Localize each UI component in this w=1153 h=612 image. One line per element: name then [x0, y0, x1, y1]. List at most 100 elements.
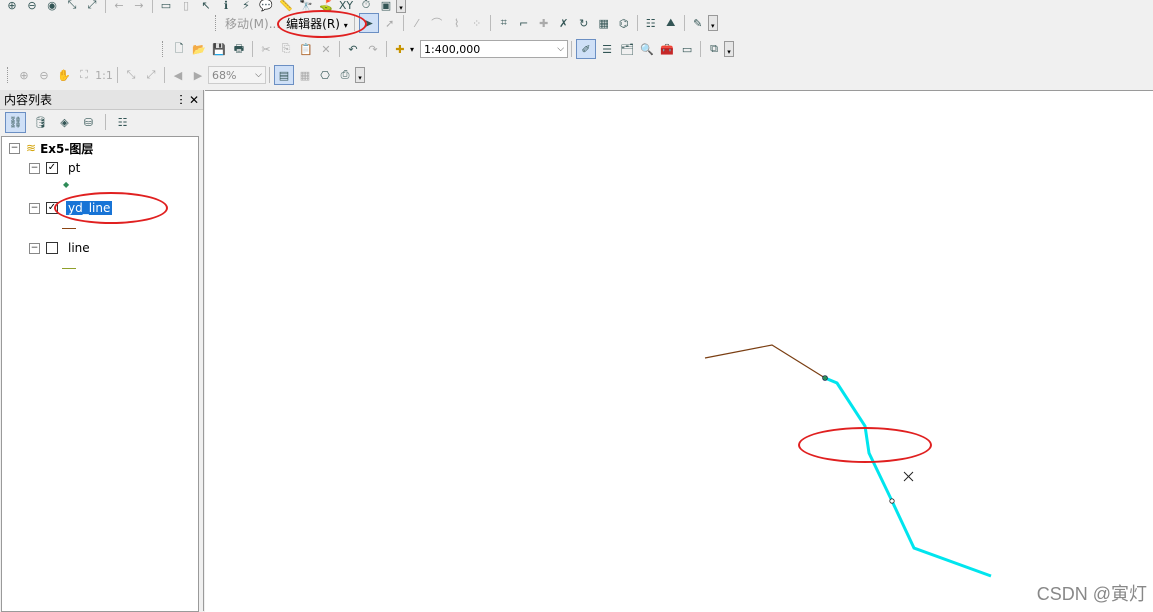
vertex-point[interactable] [889, 498, 895, 504]
change-layout-icon[interactable]: ⎔ [316, 66, 334, 84]
rotate-tool-icon[interactable]: ↻ [575, 14, 593, 32]
annotation-circle-map [798, 427, 932, 463]
toc-view-tools: ⛓ 🛢 ◈ ⛁ ☷ [0, 110, 203, 134]
fixed-zoom-in-layout-icon[interactable]: ⤡ [122, 66, 140, 84]
search-window-icon[interactable]: 🔍 [638, 40, 656, 58]
editor-toolbar-icon[interactable]: ✐ [576, 39, 597, 59]
collapse-icon[interactable]: − [29, 242, 40, 254]
collapse-icon[interactable]: − [29, 162, 40, 174]
globe-icon[interactable]: ◉ [43, 0, 61, 14]
zoom-whole-page-icon[interactable]: ⛶ [75, 66, 93, 84]
modelbuilder-icon[interactable]: ⧉ [705, 40, 723, 58]
list-by-drawing-order-icon[interactable]: ⛓ [5, 111, 26, 133]
data-frame-name: Ex5-图层 [40, 141, 94, 156]
move-menu[interactable]: 移动(M)... [222, 15, 283, 32]
layer-name-pt[interactable]: pt [66, 161, 82, 175]
toolbar-overflow-button[interactable]: ▾ [355, 67, 365, 83]
attributes-tool-icon[interactable]: ▦ [595, 14, 613, 32]
list-by-source-icon[interactable]: 🛢 [31, 113, 50, 132]
table-of-contents-icon[interactable]: ☰ [598, 40, 616, 58]
layer-name-line[interactable]: line [66, 241, 92, 255]
point-symbol-icon[interactable]: ◆ [63, 180, 69, 189]
new-document-icon[interactable]: 🗋 [170, 40, 188, 58]
zoom-in-icon[interactable]: ⊕ [3, 0, 21, 14]
vertex-point[interactable] [822, 375, 828, 381]
toolbar-grip[interactable] [7, 67, 11, 83]
back-extent-icon[interactable]: ← [110, 0, 128, 14]
line-symbol-icon[interactable] [62, 268, 76, 269]
map-canvas[interactable] [205, 91, 1153, 612]
open-folder-icon[interactable]: 📂 [190, 40, 208, 58]
save-icon[interactable]: 💾 [210, 40, 228, 58]
select-features-icon[interactable]: ▭ [157, 0, 175, 14]
delete-icon[interactable]: ✕ [317, 40, 335, 58]
list-by-selection-icon[interactable]: ⛁ [79, 113, 98, 132]
catalog-window-icon[interactable]: 🗂 [618, 40, 636, 58]
layout-zoom-in-icon[interactable]: ⊕ [15, 66, 33, 84]
fixed-zoom-in-icon[interactable]: ⤡ [63, 0, 81, 14]
toggle-draft-mode-icon[interactable]: ▤ [274, 65, 294, 85]
layout-zoom-combo[interactable]: 68% ⌵ [208, 66, 266, 84]
zoom-100-icon[interactable]: 1:1 [95, 66, 113, 84]
layer-visibility-checkbox[interactable]: ✓ [46, 162, 58, 174]
previous-extent-layout-icon[interactable]: ◀ [169, 66, 187, 84]
watermark: CSDN @寅灯 [1036, 584, 1147, 604]
paste-icon[interactable]: 📋 [297, 40, 315, 58]
brown-line-feature[interactable] [704, 344, 826, 379]
annotation-circle-editor [277, 10, 367, 38]
close-icon[interactable]: ✕ [189, 93, 199, 107]
collapse-icon[interactable]: − [9, 142, 20, 154]
cut-icon[interactable]: ✂ [257, 40, 275, 58]
annotation-circle-yd-line [54, 192, 168, 224]
clear-selection-icon[interactable]: ▯ [177, 0, 195, 14]
fixed-zoom-out-layout-icon[interactable]: ⤢ [142, 66, 160, 84]
reshape-feature-icon[interactable]: ⌐ [515, 14, 533, 32]
annotation-edit-icon[interactable]: ➚ [381, 14, 399, 32]
table-of-contents-panel: 内容列表 ⵗ ✕ ⛓ 🛢 ◈ ⛁ ☷ − ≋ Ex5-图层 − ✓ pt ◆ −… [0, 90, 204, 612]
standard-toolbar: 🗋 📂 💾 🖶 ✂ ⎘ 📋 ✕ ↶ ↷ ✚ ▾ 1:400,000 ⌵ ✐ ☰ 🗂… [159, 38, 735, 60]
layer-row-pt[interactable]: − ✓ pt [29, 159, 82, 177]
add-data-icon[interactable]: ✚ [391, 40, 409, 58]
layout-zoom-out-icon[interactable]: ⊖ [35, 66, 53, 84]
layer-row-line[interactable]: − line [29, 239, 92, 257]
split-tool-icon[interactable]: ✗ [555, 14, 573, 32]
endpoint-arc-icon[interactable]: ⌒ [428, 14, 446, 32]
redo-icon[interactable]: ↷ [364, 40, 382, 58]
toolbar-grip[interactable] [215, 15, 219, 31]
fixed-zoom-out-icon[interactable]: ⤢ [83, 0, 101, 14]
list-by-visibility-icon[interactable]: ◈ [55, 113, 74, 132]
cut-polygons-icon[interactable]: ✚ [535, 14, 553, 32]
toolbar-overflow-button[interactable]: ▾ [707, 15, 718, 31]
layer-visibility-checkbox[interactable] [46, 242, 58, 254]
line-symbol-icon[interactable] [62, 228, 76, 229]
create-features-icon[interactable]: ⛰ [662, 14, 680, 32]
forward-extent-icon[interactable]: → [130, 0, 148, 14]
arctoolbox-icon[interactable]: 🧰 [658, 40, 676, 58]
copy-icon[interactable]: ⎘ [277, 40, 295, 58]
sketch-properties-icon[interactable]: ☷ [642, 14, 660, 32]
point-icon[interactable]: ⁘ [468, 14, 486, 32]
map-view[interactable]: CSDN @寅灯 [205, 90, 1153, 612]
edit-vertices-icon[interactable]: ⌗ [495, 14, 513, 32]
layers-icon: ≋ [26, 141, 37, 155]
options-icon[interactable]: ☷ [113, 113, 132, 132]
data-driven-pages-icon[interactable]: ⎙ [336, 66, 354, 84]
next-extent-layout-icon[interactable]: ▶ [189, 66, 207, 84]
zoom-out-icon[interactable]: ⊖ [23, 0, 41, 14]
map-scale-combo[interactable]: 1:400,000 ⌵ [420, 40, 569, 58]
trace-icon[interactable]: ⌇ [448, 14, 466, 32]
straight-segment-icon[interactable]: ⁄ [408, 14, 426, 32]
data-frame-row[interactable]: − ≋ Ex5-图层 [9, 139, 93, 157]
undo-icon[interactable]: ↶ [344, 40, 362, 58]
layout-pan-icon[interactable]: ✋ [55, 66, 73, 84]
focus-data-frame-icon[interactable]: ▦ [296, 66, 314, 84]
collapse-icon[interactable]: − [29, 202, 40, 214]
pin-icon[interactable]: ⵗ [179, 93, 183, 107]
print-icon[interactable]: 🖶 [230, 40, 248, 58]
toolbar-overflow-button[interactable]: ▾ [724, 41, 735, 57]
toolbar-grip[interactable] [162, 41, 166, 57]
editor-options-icon[interactable]: ✎ [689, 14, 707, 32]
topology-icon[interactable]: ⌬ [615, 14, 633, 32]
python-window-icon[interactable]: ▭ [678, 40, 696, 58]
toc-header: 内容列表 ⵗ ✕ [0, 90, 203, 110]
